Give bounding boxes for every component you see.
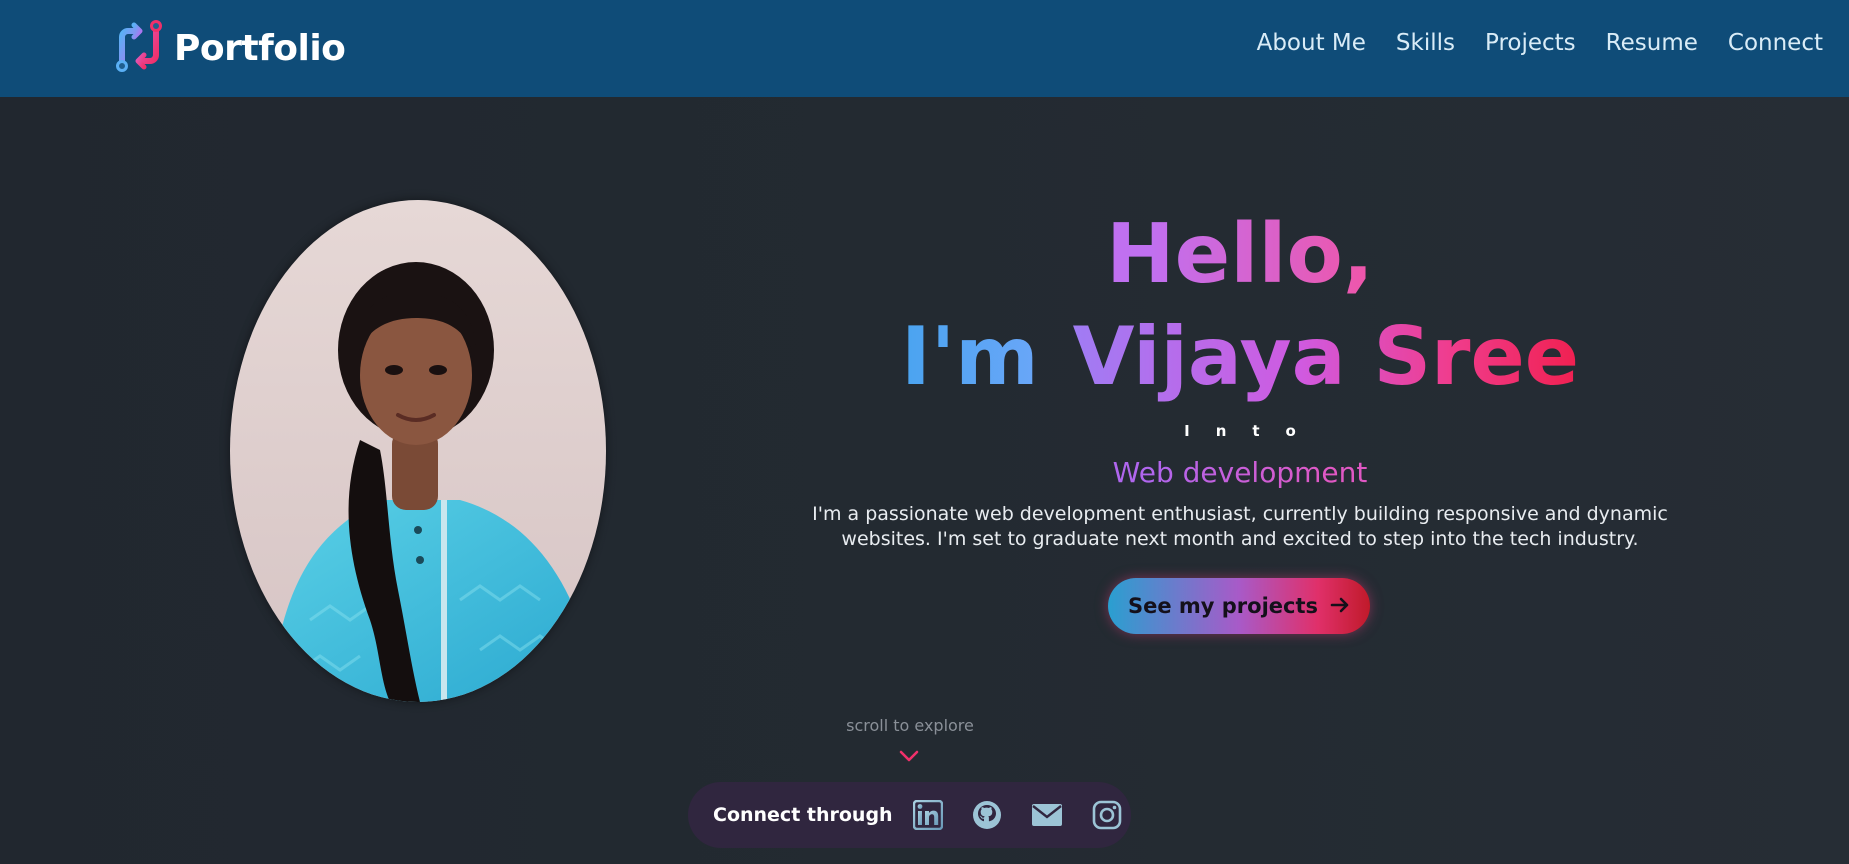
arrow-right-icon bbox=[1330, 596, 1350, 617]
top-navbar: Portfolio About Me Skills Projects Resum… bbox=[0, 0, 1849, 97]
brand[interactable]: Portfolio bbox=[114, 19, 346, 77]
nav-projects[interactable]: Projects bbox=[1485, 30, 1576, 56]
mail-icon[interactable] bbox=[1031, 799, 1063, 831]
nav-connect[interactable]: Connect bbox=[1728, 30, 1823, 56]
nav-about-me[interactable]: About Me bbox=[1257, 30, 1366, 56]
hero-name: Vijaya Sree bbox=[1072, 310, 1580, 403]
profile-photo bbox=[230, 200, 606, 702]
see-my-projects-button[interactable]: See my projects bbox=[1108, 578, 1370, 634]
main-nav: About Me Skills Projects Resume Connect bbox=[1257, 30, 1823, 56]
connect-bar: Connect through bbox=[688, 782, 1131, 848]
linkedin-icon[interactable] bbox=[912, 799, 943, 831]
hero-greeting: Hello, bbox=[790, 210, 1690, 300]
nav-skills[interactable]: Skills bbox=[1396, 30, 1455, 56]
scroll-hint: scroll to explore bbox=[846, 716, 974, 735]
hero-into: Into bbox=[1184, 422, 1322, 440]
nav-resume[interactable]: Resume bbox=[1606, 30, 1698, 56]
cta-label: See my projects bbox=[1127, 594, 1319, 618]
hero-name-line: I'm Vijaya Sree bbox=[790, 312, 1690, 402]
hero-role: Web development bbox=[790, 456, 1690, 489]
hero-bio-line-1: I'm a passionate web development enthusi… bbox=[812, 503, 1668, 525]
instagram-icon[interactable] bbox=[1092, 799, 1122, 831]
connect-label: Connect through bbox=[713, 804, 893, 826]
hero-bio-line-2: websites. I'm set to graduate next month… bbox=[841, 528, 1639, 550]
hero-bio: I'm a passionate web development enthusi… bbox=[810, 502, 1670, 552]
github-icon[interactable] bbox=[972, 799, 1002, 831]
brand-title: Portfolio bbox=[174, 27, 346, 69]
hero-im: I'm bbox=[900, 310, 1039, 403]
logo-icon bbox=[114, 19, 164, 77]
chevron-down-icon[interactable] bbox=[898, 748, 920, 764]
